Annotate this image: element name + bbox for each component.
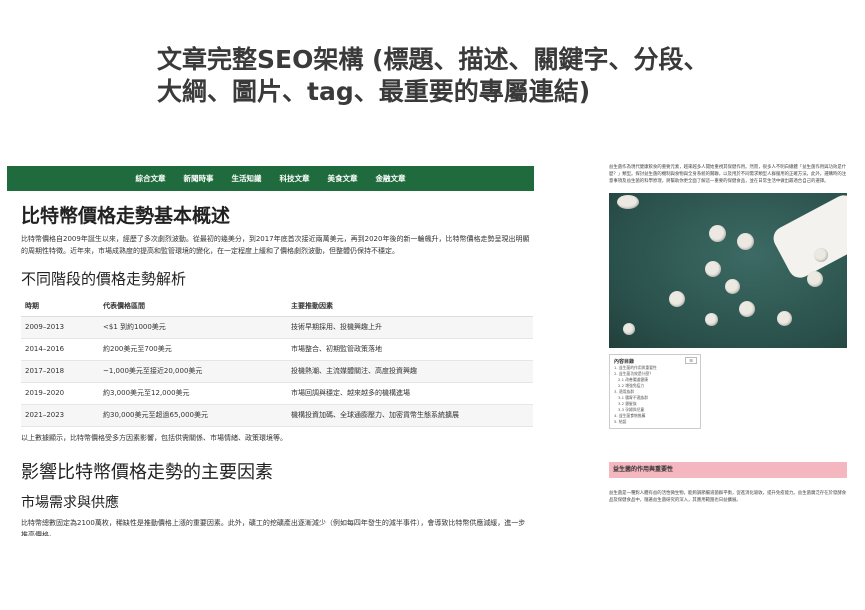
article-screenshot-left: 綜合文章 新聞時事 生活知識 科技文章 美食文章 金融文章 比特幣價格走勢基本概… — [7, 166, 534, 536]
article-heading-1: 比特幣價格走勢基本概述 — [21, 205, 231, 227]
nav-item-general[interactable]: 綜合文章 — [136, 173, 166, 184]
slide-title-line2: 大綱、圖片、tag、最重要的專屬連結) — [157, 77, 591, 106]
table-cell: 機構投資加碼、全球通膨壓力、加密貨幣生態系統擴展 — [287, 404, 533, 427]
table-cell: 約3,000美元至12,000美元 — [99, 382, 287, 405]
pill-shape — [709, 225, 726, 242]
pill-shape — [669, 291, 685, 307]
table-header-range: 代表價格區間 — [99, 296, 287, 317]
table-cell: <$1 到約1000美元 — [99, 316, 287, 339]
table-cell: 技術早期採用、投機興趣上升 — [287, 316, 533, 339]
side-intro-paragraph: 益生菌作為現代健康飲食的重要元素，越來越多人開始重視其保健作用。然而，很多人不明… — [609, 165, 847, 184]
table-row: 2009–2013 <$1 到約1000美元 技術早期採用、投機興趣上升 — [21, 316, 533, 339]
pill-shape — [737, 233, 754, 250]
table-row: 2019–2020 約3,000美元至12,000美元 市場回調與穩定、越來越多… — [21, 382, 533, 405]
market-paragraph: 比特幣總數固定為2100萬枚，稀缺性是推動價格上漲的重要因素。此外，礦工的挖礦產… — [21, 518, 526, 537]
slide-title-line1: 文章完整SEO架構 (標題、描述、關鍵字、分段、 — [157, 45, 709, 74]
article-heading-phases: 不同階段的價格走勢解析 — [21, 270, 187, 288]
pill-shape — [623, 323, 635, 335]
toc-toggle-icon[interactable]: ☰ — [685, 357, 697, 364]
table-cell: 約200美元至700美元 — [99, 338, 287, 361]
toc-title: 內容目錄 — [614, 359, 635, 365]
table-cell: ~1,000美元至接近20,000美元 — [99, 360, 287, 383]
table-cell: 投機熱潮、主流媒體關注、高度投資興趣 — [287, 360, 533, 383]
nav-item-news[interactable]: 新聞時事 — [184, 173, 214, 184]
pill-shape — [705, 313, 718, 326]
table-row: 2021–2023 約30,000美元至超過65,000美元 機構投資加碼、全球… — [21, 404, 533, 427]
table-of-contents: 內容目錄 ☰ 1. 益生菌的作用與重要性 2. 益生菌功效是什麼？ 2.1 改善… — [609, 354, 701, 429]
section-paragraph: 益生菌是一種對人體有益的活性微生物，能夠調節腸道菌群平衡，促進消化吸收，提升免疫… — [609, 491, 847, 503]
pill-bottle-shape — [769, 193, 847, 282]
nav-item-finance[interactable]: 金融文章 — [376, 173, 406, 184]
table-cell: 市場整合、初期監管政策落地 — [287, 338, 533, 361]
pill-shape — [617, 195, 639, 209]
table-cell: 2021–2023 — [21, 404, 99, 427]
nav-item-food[interactable]: 美食文章 — [328, 173, 358, 184]
toc-item[interactable]: 5. 結語 — [614, 419, 696, 425]
table-cell: 2014–2016 — [21, 338, 99, 361]
price-phase-table: 時期 代表價格區間 主要推動因素 2009–2013 <$1 到約1000美元 … — [21, 296, 533, 427]
article-intro-paragraph: 比特幣價格自2009年誕生以來，經歷了多次劇烈波動。從最初的幾美分，到2017年… — [21, 235, 530, 255]
top-navigation-bar: 綜合文章 新聞時事 生活知識 科技文章 美食文章 金融文章 — [7, 166, 534, 191]
table-cell: 2017–2018 — [21, 360, 99, 383]
pill-shape — [814, 248, 828, 262]
nav-item-life[interactable]: 生活知識 — [232, 173, 262, 184]
pill-shape — [725, 279, 740, 294]
table-cell: 2009–2013 — [21, 316, 99, 339]
slide-title: 文章完整SEO架構 (標題、描述、關鍵字、分段、 大綱、圖片、tag、最重要的專… — [157, 44, 797, 108]
table-cell: 約30,000美元至超過65,000美元 — [99, 404, 287, 427]
table-header-drivers: 主要推動因素 — [287, 296, 533, 317]
table-row: 2014–2016 約200美元至700美元 市場整合、初期監管政策落地 — [21, 338, 533, 361]
table-cell: 2019–2020 — [21, 382, 99, 405]
pill-shape — [777, 311, 792, 326]
table-row: 2017–2018 ~1,000美元至接近20,000美元 投機熱潮、主流媒體關… — [21, 360, 533, 383]
nav-item-tech[interactable]: 科技文章 — [280, 173, 310, 184]
section-heading-bar: 益生菌的作用與重要性 — [609, 462, 847, 478]
pill-shape — [807, 271, 823, 287]
table-cell: 市場回調與穩定、越來越多的機構進場 — [287, 382, 533, 405]
pill-shape — [705, 261, 721, 277]
article-heading-market: 市場需求與供應 — [21, 494, 119, 511]
table-note: 以上數據顯示，比特幣價格受多方因素影響，包括供需關係、市場情緒、政策環境等。 — [21, 433, 287, 442]
pill-shape — [739, 301, 755, 317]
article-screenshot-right: 益生菌作為現代健康飲食的重要元素，越來越多人開始重視其保健作用。然而，很多人不明… — [609, 164, 847, 534]
table-header-period: 時期 — [21, 296, 99, 317]
article-heading-factors: 影響比特幣價格走勢的主要因素 — [21, 461, 273, 483]
probiotic-pills-photo — [609, 193, 847, 348]
table-header-row: 時期 代表價格區間 主要推動因素 — [21, 296, 533, 317]
